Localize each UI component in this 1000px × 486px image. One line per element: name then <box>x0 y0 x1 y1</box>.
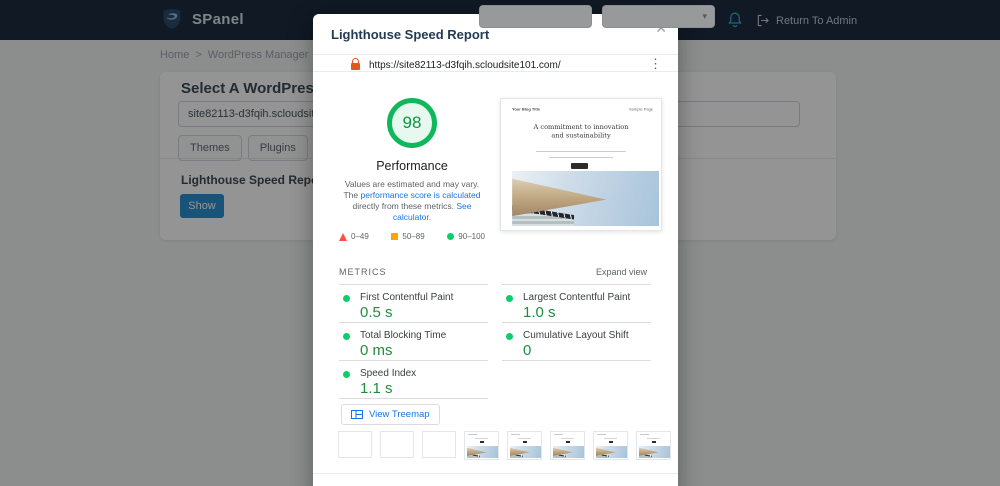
legend-item-average: 50–89 <box>391 232 425 241</box>
filmstrip-frame <box>507 431 542 460</box>
kebab-menu-icon[interactable]: ⋮ <box>649 56 662 72</box>
modal-divider <box>313 71 678 72</box>
legend-triangle-icon <box>339 232 347 241</box>
filmstrip-frame <box>550 431 585 460</box>
metric-first-contentful-paint: First Contentful Paint 0.5 s <box>339 284 488 322</box>
metric-name: Cumulative Layout Shift <box>523 330 629 341</box>
metric-value: 1.1 s <box>360 380 393 397</box>
performance-gauge: 98 <box>387 98 437 148</box>
filmstrip-frame <box>636 431 671 460</box>
legend-range: 50–89 <box>402 232 425 241</box>
preview-nav-link: Sample Page <box>628 106 653 112</box>
performance-label: Performance <box>376 159 448 173</box>
modal-footer-divider <box>313 473 678 474</box>
header-dropdown[interactable]: ▾ <box>602 5 715 28</box>
filmstrip-frame-blank <box>338 431 372 458</box>
treemap-icon <box>351 410 363 419</box>
view-treemap-button[interactable]: View Treemap <box>341 404 440 425</box>
score-legend: 0–49 50–89 90–100 <box>333 232 491 241</box>
chevron-down-icon: ▾ <box>702 11 707 21</box>
header-action-button[interactable] <box>479 5 592 28</box>
disclaimer-text: directly from these metrics. <box>352 201 457 211</box>
filmstrip-frame <box>593 431 628 460</box>
legend-range: 0–49 <box>351 232 369 241</box>
metric-name: Largest Contentful Paint <box>523 292 631 303</box>
metric-dot-icon <box>343 333 350 340</box>
view-treemap-label: View Treemap <box>369 409 430 420</box>
metric-value: 0 ms <box>360 342 393 359</box>
metric-speed-index: Speed Index 1.1 s <box>339 360 488 398</box>
metric-name: Total Blocking Time <box>360 330 447 341</box>
metrics-column-right: Largest Contentful Paint 1.0 s Cumulativ… <box>502 284 651 361</box>
filmstrip-frame-blank <box>380 431 414 458</box>
report-url: https://site82113-d3fqih.scloudsite101.c… <box>369 60 561 71</box>
preview-cta-button <box>571 163 589 170</box>
site-screenshot-preview: Your Blog Title Sample Page A commitment… <box>500 98 662 231</box>
metric-largest-contentful-paint: Largest Contentful Paint 1.0 s <box>502 284 651 322</box>
modal-title: Lighthouse Speed Report <box>331 27 490 42</box>
metric-dot-icon <box>343 295 350 302</box>
preview-site-title: Your Blog Title <box>512 106 541 112</box>
calculated-link[interactable]: performance score is calculated <box>361 190 481 200</box>
metric-dot-icon <box>343 371 350 378</box>
performance-score-block: 98 Performance Values are estimated and … <box>333 98 491 241</box>
preview-heading: A commitment to innovation and sustainab… <box>533 123 629 140</box>
metric-cumulative-layout-shift: Cumulative Layout Shift 0 <box>502 322 651 360</box>
filmstrip-frame <box>464 431 499 460</box>
filmstrip-frame-blank <box>422 431 456 458</box>
legend-range: 90–100 <box>458 232 485 241</box>
metric-value: 1.0 s <box>523 304 556 321</box>
preview-paragraph-line <box>536 151 626 153</box>
metrics-divider <box>502 360 651 361</box>
metric-dot-icon <box>506 295 513 302</box>
lock-icon <box>351 58 360 70</box>
metric-value: 0.5 s <box>360 304 393 321</box>
modal-divider <box>313 54 678 55</box>
metrics-heading: METRICS <box>339 267 387 277</box>
metric-name: Speed Index <box>360 368 417 379</box>
metric-value: 0 <box>523 342 532 359</box>
expand-view-link[interactable]: Expand view <box>596 267 647 277</box>
metric-dot-icon <box>506 333 513 340</box>
lighthouse-modal: Lighthouse Speed Report ✕ https://site82… <box>313 14 678 486</box>
metric-name: First Contentful Paint <box>360 292 454 303</box>
loading-filmstrip <box>338 431 671 460</box>
legend-circle-icon <box>447 233 455 240</box>
legend-item-good: 90–100 <box>447 232 485 241</box>
metrics-column-left: First Contentful Paint 0.5 s Total Block… <box>339 284 488 399</box>
score-disclaimer: Values are estimated and may vary. The p… <box>339 179 485 223</box>
performance-score: 98 <box>402 113 422 132</box>
legend-item-poor: 0–49 <box>339 232 369 241</box>
legend-square-icon <box>391 233 399 240</box>
metrics-divider <box>339 398 488 399</box>
preview-paragraph-line <box>549 156 613 158</box>
preview-building-photo <box>512 171 660 227</box>
spanel-wordpress-manager-page: SPanel Return To Admin ▾ Home > WordPres… <box>0 0 1000 486</box>
metric-total-blocking-time: Total Blocking Time 0 ms <box>339 322 488 360</box>
